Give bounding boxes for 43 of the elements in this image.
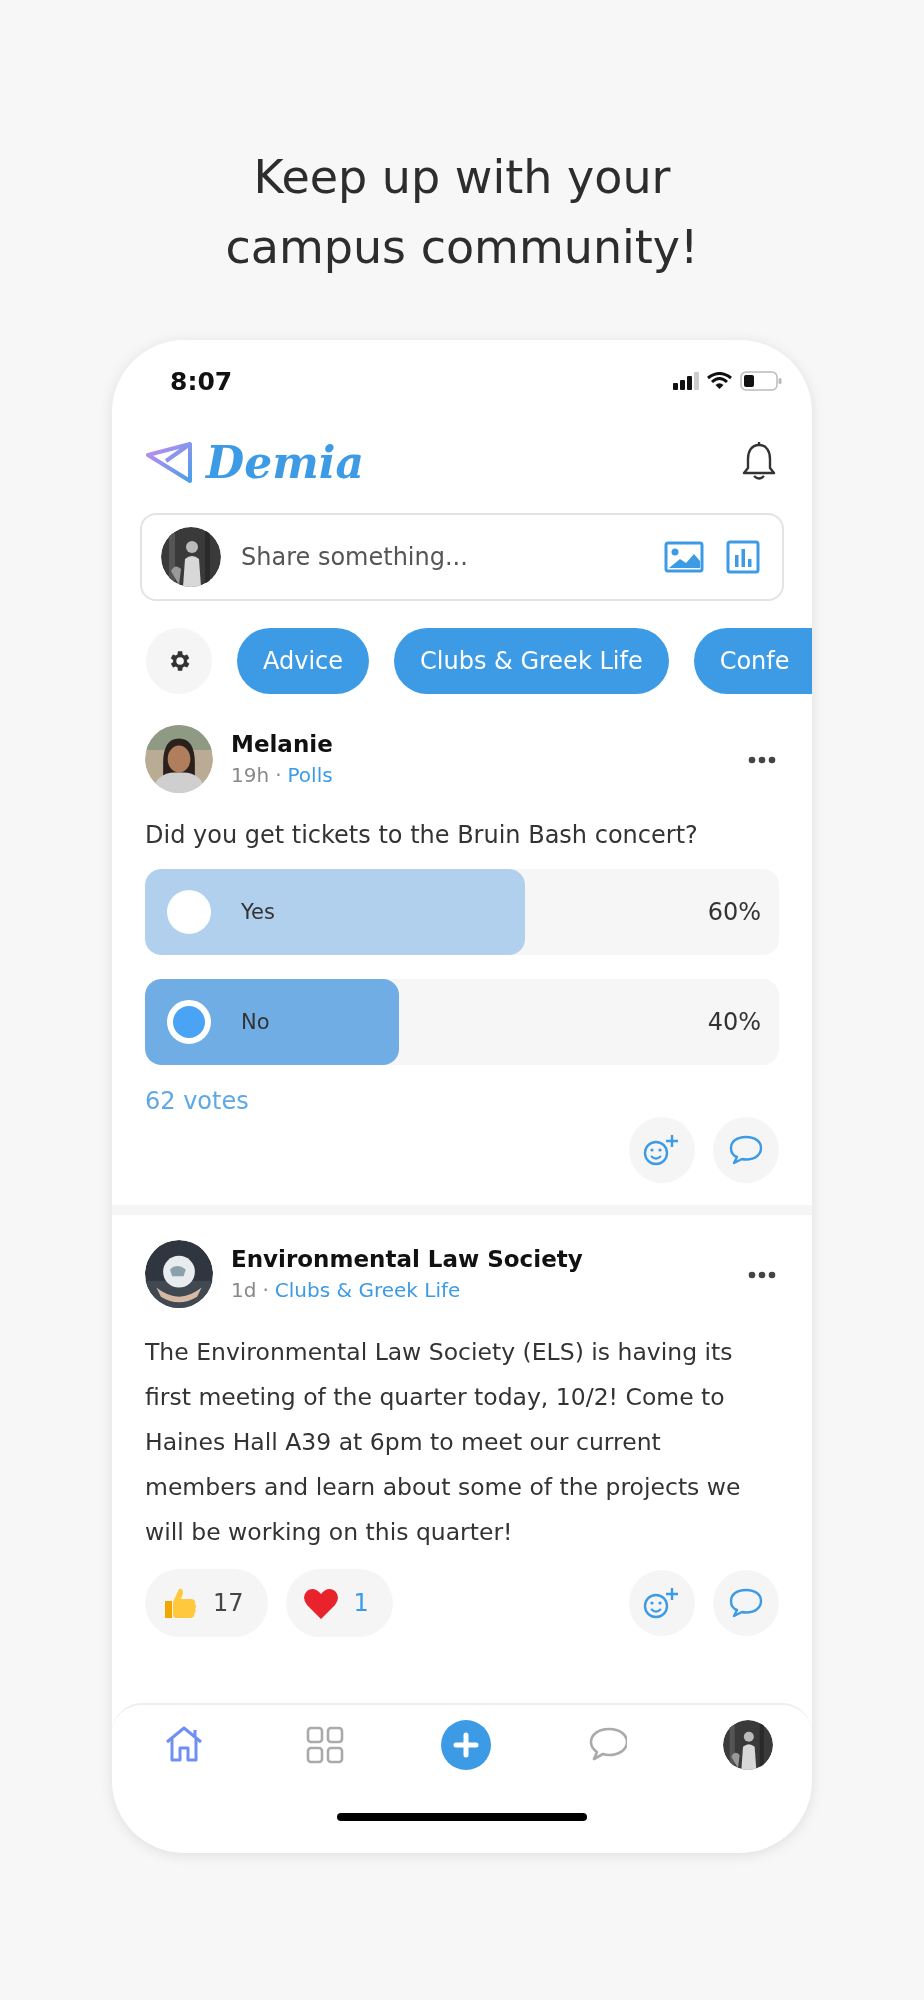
reaction-count: 1 bbox=[353, 1589, 369, 1617]
separator-dot: · bbox=[275, 763, 282, 787]
notification-bell-icon[interactable] bbox=[742, 442, 776, 482]
share-field[interactable]: Share something... bbox=[140, 513, 784, 601]
paper-plane-icon bbox=[146, 441, 194, 483]
category-chip[interactable]: Advice bbox=[237, 628, 370, 694]
category-link[interactable]: Polls bbox=[287, 763, 333, 787]
author-name[interactable]: Melanie bbox=[231, 731, 726, 757]
category-chip[interactable]: Clubs & Greek Life bbox=[394, 628, 669, 694]
add-icon bbox=[441, 1720, 491, 1770]
option-label: No bbox=[241, 1010, 271, 1034]
comment-icon bbox=[728, 1134, 764, 1166]
comment-icon bbox=[728, 1587, 764, 1619]
image-icon[interactable] bbox=[664, 541, 704, 573]
author-name[interactable]: Environmental Law Society bbox=[231, 1246, 726, 1272]
option-label: Yes bbox=[241, 900, 276, 924]
home-icon bbox=[164, 1725, 204, 1765]
post-text: The Environmental Law Society (ELS) is having its first meeting of the quarter today, 10/2! Come to Haines Hall A39 at 6pm to meet our current members and learn about some of the projects we will be working on this quarter! bbox=[145, 1337, 742, 1548]
more-icon bbox=[748, 1270, 776, 1279]
reaction-button[interactable]: 17 bbox=[145, 1569, 268, 1637]
post-age: 19h bbox=[231, 763, 270, 787]
option-percent: 60% bbox=[707, 898, 761, 926]
status-time: 8:07 bbox=[170, 366, 233, 396]
more-icon bbox=[748, 755, 776, 764]
post-age: 1d bbox=[231, 1278, 257, 1302]
battery-icon bbox=[740, 371, 782, 391]
poll-option[interactable]: No 40% bbox=[145, 979, 779, 1065]
app-logo: Demia bbox=[206, 436, 364, 488]
poll-chart-icon[interactable] bbox=[726, 540, 760, 574]
share-placeholder: Share something... bbox=[241, 543, 469, 571]
grid-icon bbox=[305, 1725, 345, 1765]
reaction-button[interactable]: 1 bbox=[285, 1569, 393, 1637]
separator-dot: · bbox=[262, 1278, 269, 1302]
reaction-count: 17 bbox=[213, 1589, 244, 1617]
category-chip[interactable]: Confe bbox=[693, 628, 812, 694]
signal-icon bbox=[673, 372, 699, 390]
wifi-icon bbox=[707, 372, 732, 390]
poll-option[interactable]: Yes 60% bbox=[145, 869, 779, 955]
category-link[interactable]: Clubs & Greek Life bbox=[274, 1278, 461, 1302]
poll-question: Did you get tickets to the Bruin Bash concert? bbox=[145, 821, 699, 849]
vote-count[interactable]: 62 votes bbox=[145, 1087, 784, 1115]
option-percent: 40% bbox=[707, 1008, 761, 1036]
headline: Keep up with your campus community! bbox=[224, 149, 700, 276]
